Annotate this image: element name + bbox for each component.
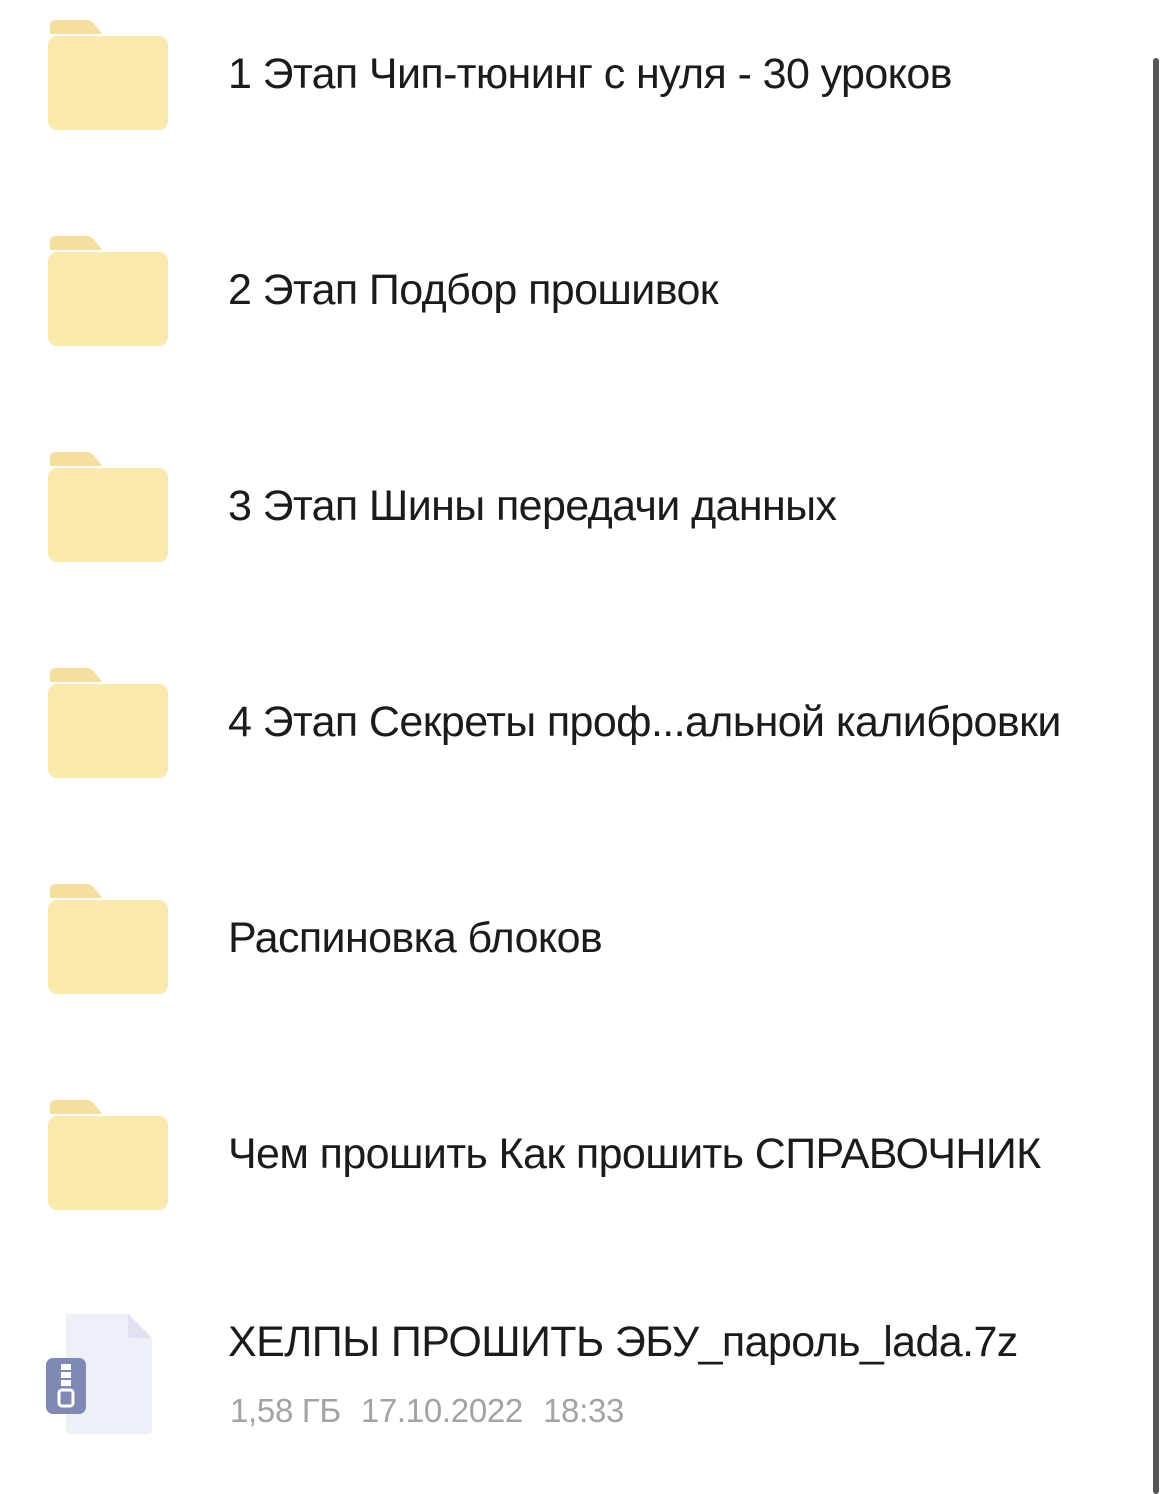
folder-row[interactable]: 3 Этап Шины передачи данных	[0, 444, 1150, 574]
file-time: 18:33	[543, 1392, 625, 1429]
scrollbar[interactable]	[1153, 58, 1159, 1494]
folder-icon	[48, 452, 168, 562]
folder-icon	[48, 1100, 168, 1210]
folder-row[interactable]: 1 Этап Чип-тюнинг с нуля - 30 уроков	[0, 12, 1150, 142]
folder-row[interactable]: Чем прошить Как прошить СПРАВОЧНИК	[0, 1092, 1150, 1222]
file-size: 1,58 ГБ	[230, 1392, 341, 1429]
file-name: ХЕЛПЫ ПРОШИТЬ ЭБУ_пароль_lada.7z	[228, 1318, 1018, 1366]
folder-name: 3 Этап Шины передачи данных	[228, 482, 837, 530]
file-list: 1 Этап Чип-тюнинг с нуля - 30 уроков 2 Э…	[0, 0, 1150, 1494]
folder-name: 2 Этап Подбор прошивок	[228, 266, 719, 314]
folder-icon	[48, 884, 168, 994]
folder-name: 4 Этап Секреты проф...альной калибровки	[228, 698, 1061, 746]
archive-file-icon	[46, 1314, 152, 1434]
folder-icon	[48, 668, 168, 778]
folder-row[interactable]: 2 Этап Подбор прошивок	[0, 228, 1150, 358]
folder-icon	[48, 236, 168, 346]
file-meta: 1,58 ГБ 17.10.2022 18:33	[230, 1392, 644, 1430]
folder-row[interactable]: 4 Этап Секреты проф...альной калибровки	[0, 660, 1150, 790]
folder-name: Распиновка блоков	[228, 914, 603, 962]
folder-icon	[48, 20, 168, 130]
folder-name: Чем прошить Как прошить СПРАВОЧНИК	[228, 1130, 1041, 1178]
folder-name: 1 Этап Чип-тюнинг с нуля - 30 уроков	[228, 50, 953, 98]
file-row[interactable]: ХЕЛПЫ ПРОШИТЬ ЭБУ_пароль_lada.7z 1,58 ГБ…	[0, 1304, 1150, 1454]
file-date: 17.10.2022	[360, 1392, 523, 1429]
folder-row[interactable]: Распиновка блоков	[0, 876, 1150, 1006]
